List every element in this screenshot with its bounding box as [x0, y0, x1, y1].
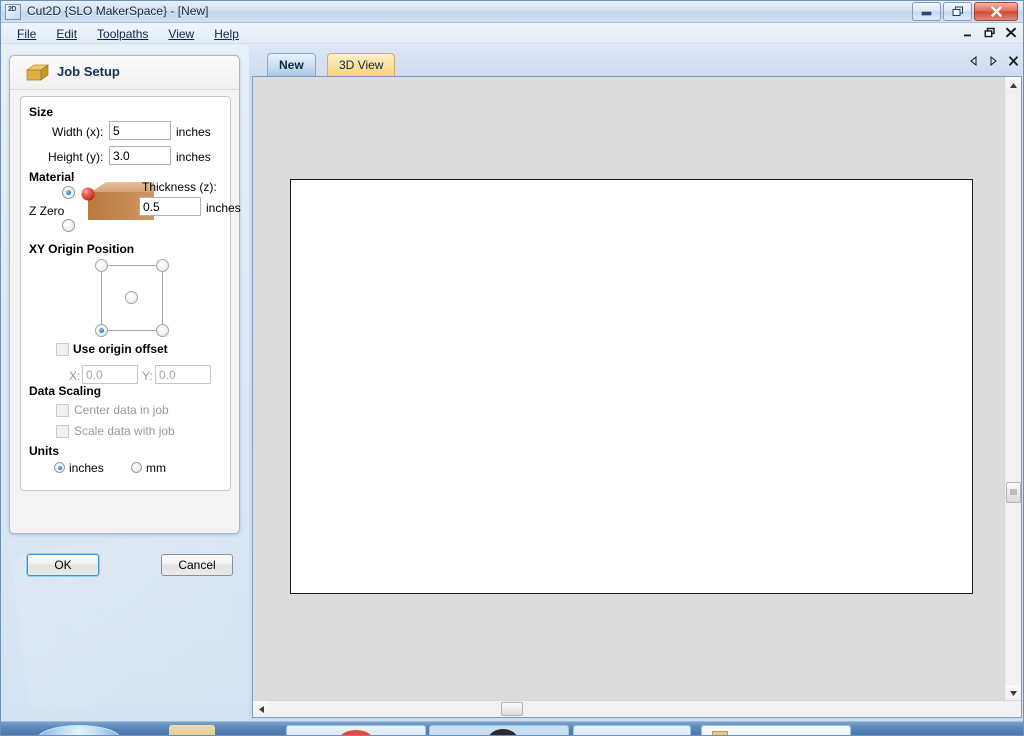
width-units-label: inches — [176, 125, 211, 139]
scroll-left-icon[interactable] — [253, 701, 269, 717]
xy-edge-right — [162, 265, 163, 331]
tab-close-icon[interactable] — [1007, 54, 1019, 68]
thickness-input[interactable] — [139, 197, 201, 216]
xy-edge-top — [101, 265, 163, 266]
thickness-units-label: inches — [206, 201, 241, 215]
tab-new[interactable]: New — [267, 53, 316, 76]
units-inches-label: inches — [69, 461, 104, 475]
tab-scroll-controls — [967, 54, 1019, 68]
taskbar-item-4[interactable] — [701, 725, 851, 735]
menu-item-toolpaths[interactable]: Toolpaths — [87, 24, 158, 44]
menu-bar: File Edit Toolpaths View Help — [1, 23, 1023, 44]
mdi-restore-icon[interactable] — [983, 25, 996, 39]
offset-x-input[interactable] — [82, 365, 138, 384]
cancel-button[interactable]: Cancel — [161, 554, 233, 576]
ok-button[interactable]: OK — [27, 554, 99, 576]
use-origin-offset-label: Use origin offset — [73, 342, 168, 356]
job-setup-body: Size Width (x): inches Height (y): inche… — [20, 96, 241, 491]
use-origin-offset-checkbox[interactable] — [56, 343, 69, 356]
size-group-label: Size — [29, 105, 54, 119]
center-data-label: Center data in job — [74, 403, 169, 417]
units-group-label: Units — [29, 444, 59, 458]
height-label: Height (y): — [48, 150, 104, 164]
scale-data-checkbox[interactable] — [56, 425, 69, 438]
start-button[interactable] — [37, 725, 121, 735]
taskbar-item-3[interactable] — [573, 725, 691, 735]
xy-origin-bottom-left[interactable] — [95, 324, 108, 337]
background-watermark: -1.5 2.5 — [11, 529, 239, 711]
job-setup-header: Job Setup — [10, 56, 239, 90]
material-block-icon — [25, 64, 49, 81]
taskbar-icon-dark — [488, 729, 518, 735]
taskbar-icon-doc — [712, 731, 728, 735]
offset-y-input[interactable] — [155, 365, 211, 384]
tab-3d-view[interactable]: 3D View — [327, 53, 396, 76]
design-canvas[interactable] — [253, 77, 1006, 702]
windows-taskbar — [1, 721, 1023, 735]
thickness-label: Thickness (z): — [142, 180, 217, 194]
xy-origin-group-label: XY Origin Position — [29, 242, 135, 256]
close-icon[interactable] — [974, 2, 1018, 21]
xy-edge-bottom — [101, 330, 163, 331]
width-label: Width (x): — [52, 125, 104, 139]
mdi-minimize-icon[interactable] — [962, 25, 975, 39]
document-area: New 3D View — [249, 45, 1023, 721]
scale-data-label: Scale data with job — [74, 424, 175, 438]
tab-strip: New 3D View — [249, 45, 1023, 76]
scroll-up-icon[interactable] — [1005, 77, 1021, 94]
horizontal-scrollbar[interactable] — [253, 700, 1021, 717]
taskbar-item-2[interactable] — [429, 725, 569, 735]
restore-icon[interactable] — [943, 2, 972, 21]
z-zero-label: Z Zero — [29, 204, 65, 218]
menu-item-view[interactable]: View — [158, 24, 204, 44]
taskbar-item-1[interactable] — [286, 725, 426, 735]
mdi-window-controls — [962, 25, 1017, 39]
menu-item-file[interactable]: File — [7, 24, 46, 44]
units-mm-radio[interactable] — [131, 462, 142, 473]
menu-item-file-label: File — [17, 26, 37, 41]
menu-item-edit-label: Edit — [56, 26, 78, 41]
menu-item-edit[interactable]: Edit — [46, 24, 87, 44]
xy-edge-left — [101, 265, 102, 331]
job-setup-title: Job Setup — [57, 64, 120, 79]
tab-next-icon[interactable] — [987, 54, 999, 68]
minimize-icon[interactable] — [912, 2, 941, 21]
taskbar-icon-folder[interactable] — [169, 725, 215, 735]
horizontal-scrollbar-thumb[interactable] — [501, 702, 523, 716]
xy-origin-bottom-right[interactable] — [156, 324, 169, 337]
menu-item-view-label: View — [168, 26, 195, 41]
mdi-close-icon[interactable] — [1004, 25, 1017, 39]
vertical-scrollbar-thumb[interactable] — [1006, 482, 1021, 503]
menu-item-help-label: Help — [214, 26, 239, 41]
xy-origin-top-left[interactable] — [95, 259, 108, 272]
width-input[interactable] — [109, 121, 171, 140]
data-scaling-group-label: Data Scaling — [29, 384, 102, 398]
vertical-scrollbar[interactable] — [1004, 77, 1021, 702]
title-bar: 2D Cut2D {SLO MakerSpace} - [New] — [1, 1, 1023, 23]
menu-item-help[interactable]: Help — [204, 24, 249, 44]
units-mm-label: mm — [146, 461, 166, 475]
taskbar-icon-red — [339, 730, 373, 735]
xy-origin-center[interactable] — [125, 291, 138, 304]
center-data-checkbox[interactable] — [56, 404, 69, 417]
height-units-label: inches — [176, 150, 211, 164]
units-inches-radio[interactable] — [54, 462, 65, 473]
offset-x-label: X: — [69, 369, 81, 383]
application-window: 2D Cut2D {SLO MakerSpace} - [New] File E… — [0, 0, 1024, 736]
window-title: Cut2D {SLO MakerSpace} - [New] — [27, 4, 209, 18]
offset-y-label: Y: — [142, 369, 153, 383]
cut2d-icon: 2D — [5, 4, 21, 20]
xy-origin-top-right[interactable] — [156, 259, 169, 272]
xy-origin-widget[interactable] — [95, 259, 169, 337]
material-boundary-rect — [290, 179, 973, 594]
tab-prev-icon[interactable] — [967, 54, 979, 68]
menu-item-toolpaths-label: Toolpaths — [97, 26, 149, 41]
material-group-label: Material — [29, 170, 75, 184]
job-setup-dialog: Job Setup Size Width (x): inches Height … — [9, 55, 241, 576]
height-input[interactable] — [109, 146, 171, 165]
canvas-frame — [252, 76, 1022, 718]
